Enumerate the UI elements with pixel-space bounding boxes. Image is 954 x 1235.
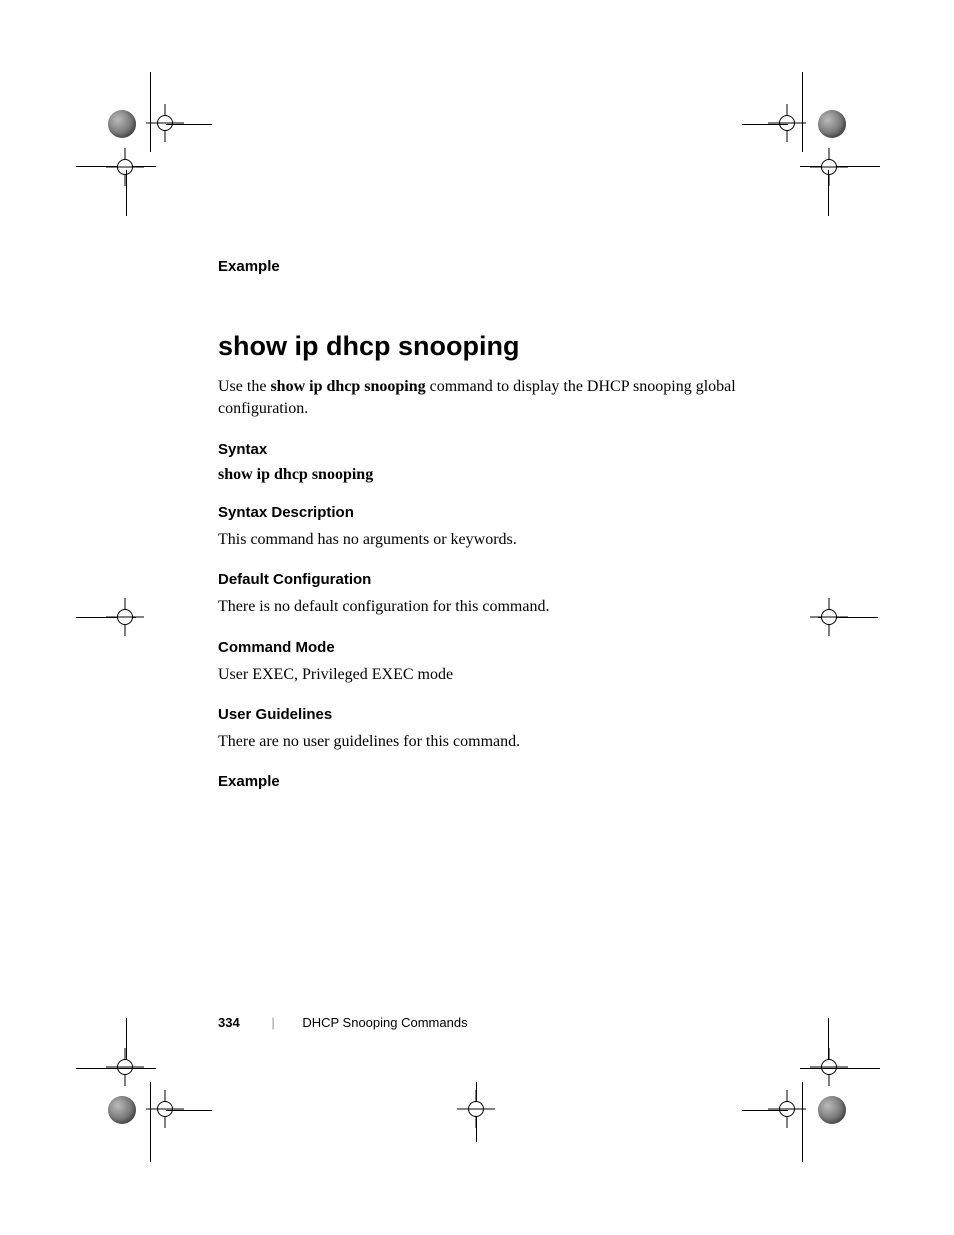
- command-title: show ip dhcp snooping: [218, 331, 748, 362]
- crop-line: [166, 124, 212, 125]
- example-heading-2: Example: [218, 773, 748, 790]
- command-mode-section: Command Mode User EXEC, Privileged EXEC …: [218, 639, 748, 686]
- crop-line: [150, 1082, 151, 1162]
- guidelines-body: There are no user guidelines for this co…: [218, 731, 748, 753]
- crop-line: [150, 72, 151, 152]
- page-footer: 334 | DHCP Snooping Commands: [218, 1015, 468, 1030]
- registration-mark-icon: [112, 604, 138, 630]
- syntax-desc-body: This command has no arguments or keyword…: [218, 529, 748, 551]
- default-body: There is no default configuration for th…: [218, 596, 748, 618]
- registration-mark-icon: [816, 1054, 842, 1080]
- crop-line: [76, 1068, 156, 1069]
- crop-line: [126, 170, 127, 216]
- default-config-section: Default Configuration There is no defaul…: [218, 571, 748, 618]
- registration-mark-icon: [774, 110, 800, 136]
- chapter-title: DHCP Snooping Commands: [302, 1015, 467, 1030]
- syntax-desc-heading: Syntax Description: [218, 504, 748, 521]
- example-section-2: Example: [218, 773, 748, 790]
- crop-line: [166, 1110, 212, 1111]
- registration-mark-icon: [816, 604, 842, 630]
- registration-mark-icon: [112, 1054, 138, 1080]
- syntax-description-section: Syntax Description This command has no a…: [218, 504, 748, 551]
- crop-line: [800, 1068, 880, 1069]
- intro-bold: show ip dhcp snooping: [270, 378, 425, 395]
- crop-line: [742, 124, 788, 125]
- mode-heading: Command Mode: [218, 639, 748, 656]
- crop-line: [828, 170, 829, 216]
- syntax-heading: Syntax: [218, 441, 748, 458]
- registration-mark-icon: [818, 110, 846, 138]
- registration-mark-icon: [152, 1096, 178, 1122]
- registration-mark-icon: [152, 110, 178, 136]
- footer-divider: |: [271, 1015, 274, 1030]
- crop-line: [742, 1110, 788, 1111]
- page-number: 334: [218, 1015, 240, 1030]
- guidelines-heading: User Guidelines: [218, 706, 748, 723]
- registration-mark-icon: [818, 1096, 846, 1124]
- syntax-line: show ip dhcp snooping: [218, 466, 748, 484]
- page-content: Example show ip dhcp snooping Use the sh…: [218, 258, 748, 798]
- registration-mark-icon: [108, 1096, 136, 1124]
- crop-line: [802, 1082, 803, 1162]
- registration-mark-icon: [463, 1096, 489, 1122]
- registration-mark-icon: [108, 110, 136, 138]
- syntax-section: Syntax show ip dhcp snooping: [218, 441, 748, 484]
- example-heading-1: Example: [218, 258, 748, 275]
- intro-pre: Use the: [218, 378, 270, 395]
- registration-mark-icon: [816, 154, 842, 180]
- default-heading: Default Configuration: [218, 571, 748, 588]
- registration-mark-icon: [774, 1096, 800, 1122]
- registration-mark-icon: [112, 154, 138, 180]
- intro-paragraph: Use the show ip dhcp snooping command to…: [218, 376, 748, 421]
- user-guidelines-section: User Guidelines There are no user guidel…: [218, 706, 748, 753]
- mode-body: User EXEC, Privileged EXEC mode: [218, 664, 748, 686]
- crop-line: [802, 72, 803, 152]
